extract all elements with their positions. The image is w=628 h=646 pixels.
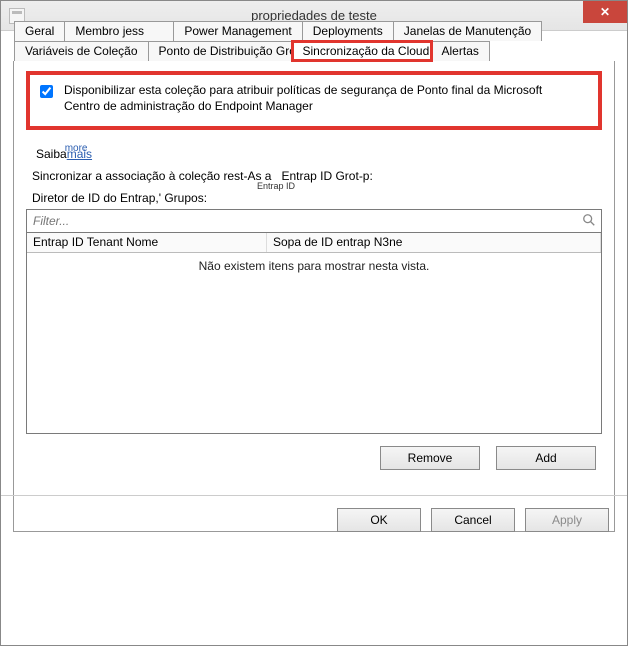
groups-grid: Entrap ID Tenant Nome Sopa de ID entrap … — [26, 233, 602, 434]
director-mini: Entrap ID — [257, 181, 295, 191]
close-button[interactable]: ✕ — [583, 1, 627, 23]
tab-janelas[interactable]: Janelas de Manutenção — [393, 21, 542, 41]
director-label: Diretor de ID do Entrap,' Grupos: — [32, 191, 207, 205]
tab-deployments[interactable]: Deployments — [302, 21, 394, 41]
properties-dialog: propriedades de teste ✕ Geral Membro jes… — [0, 0, 628, 646]
tab-alertas[interactable]: Alertas — [431, 41, 490, 61]
tab-body-cloud-sync: Disponibilizar esta coleção para atribui… — [14, 61, 614, 531]
learn-more-link[interactable]: moremais — [67, 147, 92, 161]
tabs-container: Geral Membro jess Power Management Deplo… — [13, 61, 615, 532]
enable-checkbox-label: Disponibilizar esta coleção para atribui… — [64, 83, 592, 114]
enable-checkbox-row: Disponibilizar esta coleção para atribui… — [26, 71, 602, 130]
tab-ponto[interactable]: Ponto de Distribuição Groups — [148, 41, 293, 61]
grid-col-tenant[interactable]: Entrap ID Tenant Nome — [27, 233, 267, 252]
grid-empty-text: Não existem itens para mostrar nesta vis… — [199, 259, 430, 273]
sync-line: Sincronizar a associação à coleção rest-… — [32, 169, 602, 183]
tab-geral[interactable]: Geral — [14, 21, 65, 41]
filter-wrap — [26, 209, 602, 233]
ok-button[interactable]: OK — [337, 508, 421, 532]
separator — [1, 495, 627, 496]
tab-row-1: Geral Membro jess Power Management Deplo… — [14, 21, 541, 41]
tab-row-2: Variáveis de Coleção Ponto de Distribuiç… — [14, 41, 489, 61]
director-line: Entrap ID Diretor de ID do Entrap,' Grup… — [32, 191, 602, 205]
search-icon — [582, 213, 596, 227]
sync-label: Sincronizar a associação à coleção rest-… — [32, 169, 271, 183]
sync-value: Entrap ID Grot-p: — [281, 169, 372, 183]
apply-button[interactable]: Apply — [525, 508, 609, 532]
grid-body: Não existem itens para mostrar nesta vis… — [27, 253, 601, 433]
grid-header: Entrap ID Tenant Nome Sopa de ID entrap … — [27, 233, 601, 253]
grid-col-id[interactable]: Sopa de ID entrap N3ne — [267, 233, 601, 252]
tab-variaveis[interactable]: Variáveis de Coleção — [14, 41, 149, 61]
grid-button-row: Remove Add — [26, 434, 602, 470]
remove-button[interactable]: Remove — [380, 446, 480, 470]
learn-more: Saibamoremais — [36, 146, 602, 161]
enable-checkbox[interactable] — [40, 85, 53, 98]
add-button[interactable]: Add — [496, 446, 596, 470]
dialog-buttons: OK Cancel Apply — [337, 508, 609, 532]
close-icon: ✕ — [600, 5, 610, 19]
tab-sincronizacao[interactable]: Sincronização da Cloud — [292, 41, 432, 61]
learn-more-prefix: Saiba — [36, 147, 67, 161]
cancel-button[interactable]: Cancel — [431, 508, 515, 532]
tab-power[interactable]: Power Management — [173, 21, 302, 41]
filter-input[interactable] — [26, 209, 602, 233]
tab-membro[interactable]: Membro jess — [64, 21, 174, 41]
dialog-content: Geral Membro jess Power Management Deplo… — [1, 31, 627, 544]
